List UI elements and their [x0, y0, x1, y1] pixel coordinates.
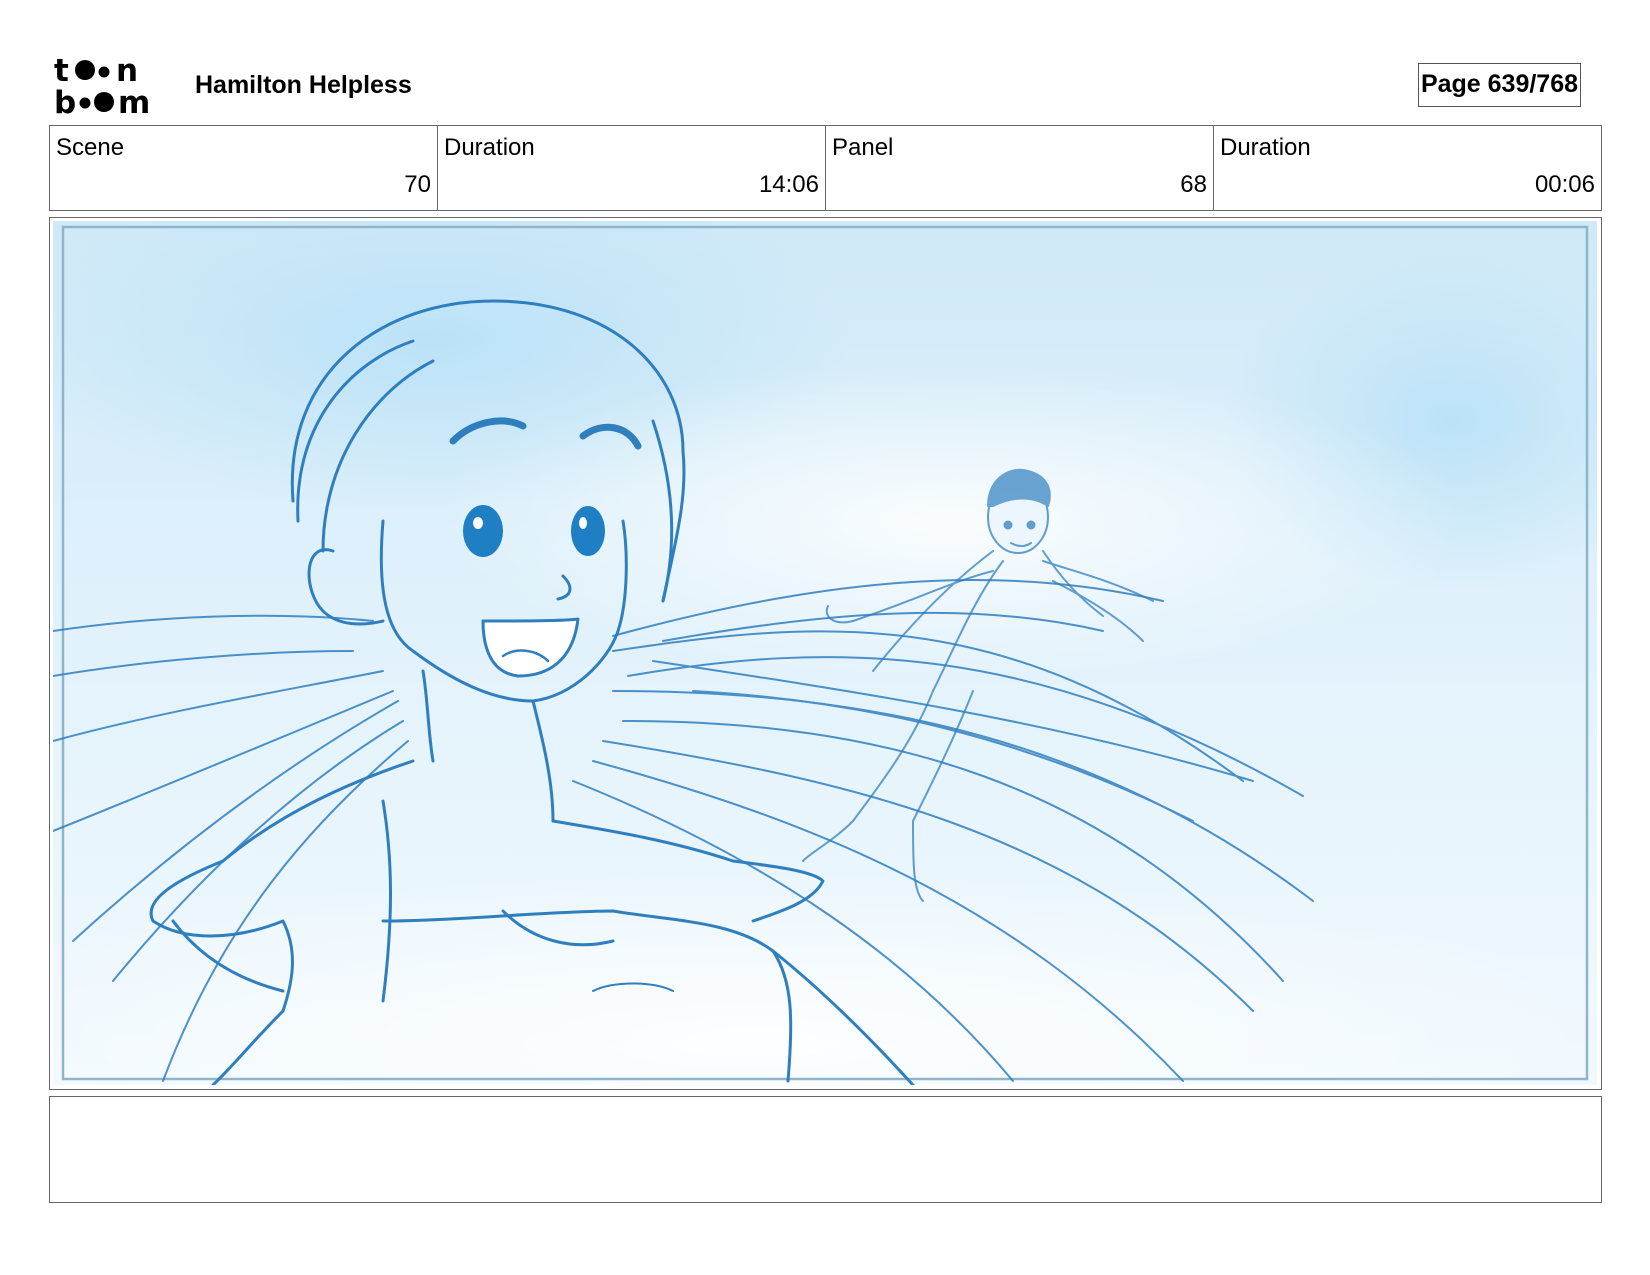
girl-left-eye: [463, 505, 503, 557]
panel-duration-label: Duration: [1220, 134, 1311, 161]
project-title: Hamilton Helpless: [195, 71, 412, 99]
svg-text:t: t: [54, 54, 69, 89]
info-cell-panel-duration: Duration 00:06: [1214, 126, 1601, 210]
panel-notes-box: [49, 1096, 1602, 1203]
svg-text:b: b: [54, 85, 76, 116]
info-table: Scene 70 Duration 14:06 Panel 68 Duratio…: [49, 125, 1602, 211]
storyboard-panel: [49, 217, 1602, 1090]
svg-text:n: n: [116, 54, 138, 89]
scene-value: 70: [404, 171, 431, 198]
info-cell-panel: Panel 68: [826, 126, 1214, 210]
svg-text:m: m: [118, 85, 150, 116]
panel-value: 68: [1180, 171, 1207, 198]
scene-duration-value: 14:06: [758, 171, 819, 198]
scene-label: Scene: [56, 134, 125, 161]
girl-right-eye: [571, 506, 605, 556]
page-number: Page 639/768: [1418, 63, 1581, 107]
info-cell-scene: Scene 70: [50, 126, 438, 210]
panel-duration-value: 00:06: [1534, 171, 1595, 198]
toonboom-logo: t n b m: [54, 54, 150, 116]
scene-duration-label: Duration: [444, 134, 535, 161]
info-cell-scene-duration: Duration 14:06: [438, 126, 826, 210]
panel-sketch-image: [53, 221, 1597, 1085]
panel-label: Panel: [832, 134, 894, 161]
